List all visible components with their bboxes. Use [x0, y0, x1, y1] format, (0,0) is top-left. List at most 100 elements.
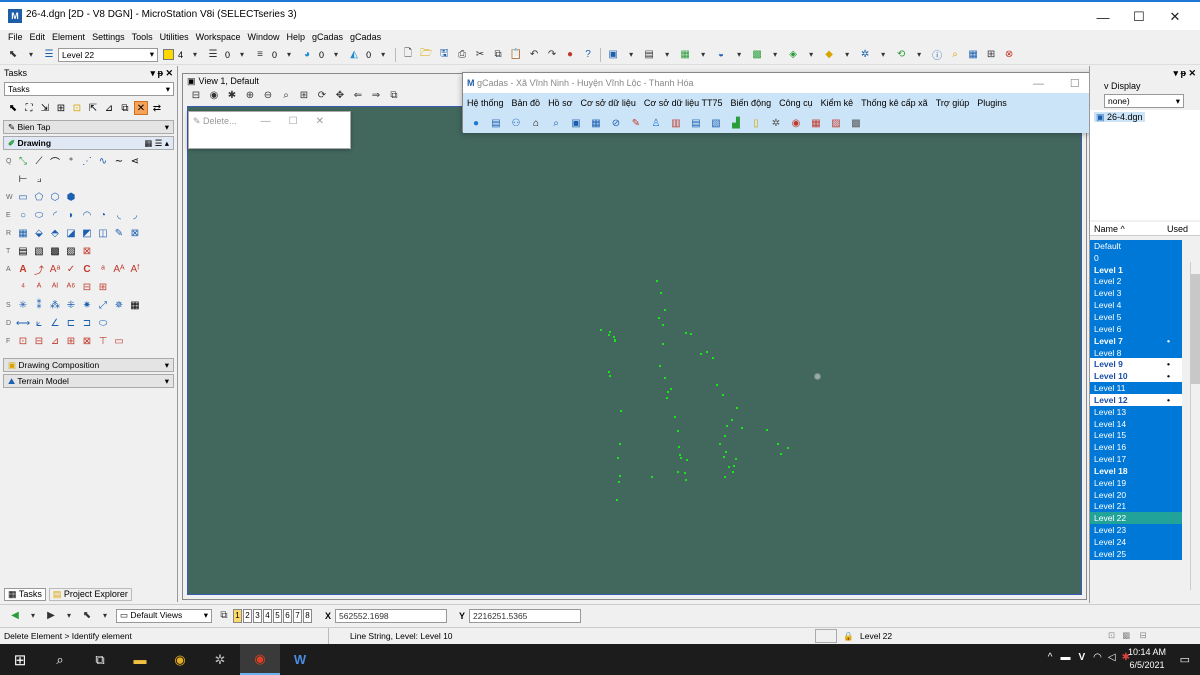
gcadas-menu-co-so-du-lieu[interactable]: Cơ sở dữ liệu: [580, 98, 635, 108]
layers-icon[interactable]: ◆: [821, 47, 837, 63]
settings-icon[interactable]: ✲: [769, 116, 783, 130]
status-icons[interactable]: ⊡ ▩ ⊟: [1108, 630, 1147, 641]
accudraw-icon[interactable]: ⟲: [893, 47, 909, 63]
view-next-icon[interactable]: ⇒: [368, 87, 384, 103]
menu-file[interactable]: File: [8, 32, 23, 42]
place-cell-icon[interactable]: ✳: [16, 298, 30, 312]
level-list-scrollbar[interactable]: [1190, 262, 1200, 590]
view-button-1[interactable]: 1: [233, 608, 242, 623]
section-callout-icon[interactable]: ⊟: [32, 334, 46, 348]
place-note-icon[interactable]: ⁴: [16, 280, 30, 294]
dropdown-icon[interactable]: ▾: [25, 608, 41, 624]
select-icon[interactable]: ⬉: [6, 101, 20, 115]
dropdown-icon[interactable]: ▾: [23, 47, 39, 63]
add-to-graphic-group-icon[interactable]: ◪: [64, 226, 78, 240]
windows-start-icon[interactable]: ⊞: [0, 644, 40, 675]
table-icon[interactable]: ▤: [489, 116, 503, 130]
clock[interactable]: 10:14 AM 6/5/2021: [1128, 647, 1166, 670]
task-view-icon[interactable]: ⧉: [80, 644, 120, 675]
level-row[interactable]: Level 5: [1090, 311, 1182, 323]
place-line-icon[interactable]: ⟋: [32, 154, 46, 168]
text-node-icon[interactable]: ᴬᴵ: [48, 280, 62, 294]
detail-callout-icon[interactable]: ⊡: [16, 334, 30, 348]
copy-view-icon[interactable]: ⧉: [386, 87, 402, 103]
info-icon[interactable]: ●: [469, 116, 483, 130]
modify-arc-axis-icon[interactable]: ◞: [128, 208, 142, 222]
person-icon[interactable]: ♙: [649, 116, 663, 130]
fit-view-icon[interactable]: ⊞: [296, 87, 312, 103]
place-quarter-ellipse-icon[interactable]: ◠: [80, 208, 94, 222]
menu-utilities[interactable]: Utilities: [160, 32, 189, 42]
measure-icon[interactable]: ⊿: [102, 101, 116, 115]
gcadas-menu-ho-so[interactable]: Hồ sơ: [548, 98, 572, 108]
level-row[interactable]: Level 3: [1090, 287, 1182, 300]
patterning-icon[interactable]: ▤: [16, 244, 30, 258]
priority-icon[interactable]: ◭: [346, 47, 362, 63]
print-icon[interactable]: ⎙: [454, 47, 470, 63]
display-style-icon[interactable]: ◉: [206, 87, 222, 103]
level-row[interactable]: Level 23: [1090, 524, 1182, 537]
dimension-size-icon[interactable]: ⬭: [96, 316, 110, 330]
increment-text-icon[interactable]: ᴬ: [32, 280, 46, 294]
menu-edit[interactable]: Edit: [30, 32, 46, 42]
active-level-select[interactable]: Level 22 ▾: [58, 47, 158, 62]
gcadas-menu-kiem-ke[interactable]: Kiểm kê: [821, 98, 854, 108]
create-region-icon[interactable]: ▦: [16, 226, 30, 240]
place-text-along-icon[interactable]: ⤴: [32, 262, 46, 277]
level-row[interactable]: Level 17: [1090, 453, 1182, 466]
priority-dropdown-icon[interactable]: ▾: [375, 47, 391, 63]
dialog-controls[interactable]: —☐✕: [261, 116, 342, 127]
clip-element-icon[interactable]: ⊠: [128, 226, 142, 240]
modify-arc-icon[interactable]: ◔: [96, 208, 110, 222]
level-row[interactable]: 0: [1090, 251, 1182, 264]
menu-help[interactable]: Help: [287, 32, 306, 42]
title-block-icon[interactable]: ▭: [112, 334, 126, 348]
transparency-dropdown-icon[interactable]: ▾: [328, 47, 344, 63]
dropdown-icon[interactable]: ▾: [97, 608, 113, 624]
disable-icon[interactable]: ⊗: [1001, 47, 1017, 63]
menu-workspace[interactable]: Workspace: [196, 32, 241, 42]
gcadas-menu-ban-do[interactable]: Bản đồ: [512, 98, 541, 108]
menu-element[interactable]: Element: [52, 32, 85, 42]
rotate-view-icon[interactable]: ⟳: [314, 87, 330, 103]
scrollbar-thumb[interactable]: [1191, 274, 1200, 384]
paste-icon[interactable]: 📋: [508, 47, 524, 63]
spell-check-icon[interactable]: ✓: [64, 262, 78, 276]
level-panel-header[interactable]: ▾ ᵽ ✕: [1090, 66, 1200, 80]
tab-project-explorer[interactable]: ▤ Project Explorer: [48, 587, 132, 601]
crosshatch-icon[interactable]: ▩: [48, 244, 62, 258]
forward-icon[interactable]: ▶: [43, 608, 59, 624]
replace-cell-icon[interactable]: ✷: [80, 298, 94, 312]
group-terrain-model[interactable]: ⛰ Terrain Model ▾: [3, 374, 174, 388]
level-row[interactable]: Level 8: [1090, 346, 1182, 359]
transparency-icon[interactable]: ◕: [299, 47, 315, 63]
level-row[interactable]: Level 24: [1090, 536, 1182, 548]
window-area-icon[interactable]: ⌕: [278, 87, 294, 103]
fill-in-text-icon[interactable]: ᴬ⁶: [64, 280, 78, 294]
cell-library-icon[interactable]: ▦: [128, 298, 142, 312]
cell-matrix-icon[interactable]: ⁜: [64, 298, 78, 312]
level-row[interactable]: Level 7 •: [1090, 334, 1182, 347]
drawing-canvas[interactable]: [187, 106, 1082, 595]
view-button-5[interactable]: 5: [273, 608, 282, 623]
models-icon[interactable]: ▤: [641, 47, 657, 63]
level-row[interactable]: Level 1: [1090, 263, 1182, 276]
y-coordinate-field[interactable]: 2216251.5365: [469, 608, 582, 623]
redo-icon[interactable]: ↷: [544, 47, 560, 63]
saved-views-select[interactable]: ▭ Default Views ▾: [116, 608, 212, 623]
tools-app-icon[interactable]: ✲: [200, 644, 240, 675]
battery-icon[interactable]: ▬: [1061, 652, 1071, 663]
change-attributes-icon[interactable]: ⇱: [86, 101, 100, 115]
level-row[interactable]: Level 11: [1090, 382, 1182, 394]
create-complex-chain-icon[interactable]: ⬘: [48, 226, 62, 240]
level-row[interactable]: Level 4: [1090, 299, 1182, 312]
level-row[interactable]: Level 16: [1090, 441, 1182, 454]
drop-cell-icon[interactable]: ✵: [112, 298, 126, 312]
pan-icon[interactable]: ✥: [332, 87, 348, 103]
drop-element-icon[interactable]: ◩: [80, 226, 94, 240]
view-button-3[interactable]: 3: [253, 608, 262, 623]
form-icon[interactable]: ▧: [709, 116, 723, 130]
snap-icon[interactable]: ✲: [857, 47, 873, 63]
gcadas-menu-he-thong[interactable]: Hệ thống: [467, 98, 504, 108]
place-active-cell-icon[interactable]: ⁂: [48, 298, 62, 312]
